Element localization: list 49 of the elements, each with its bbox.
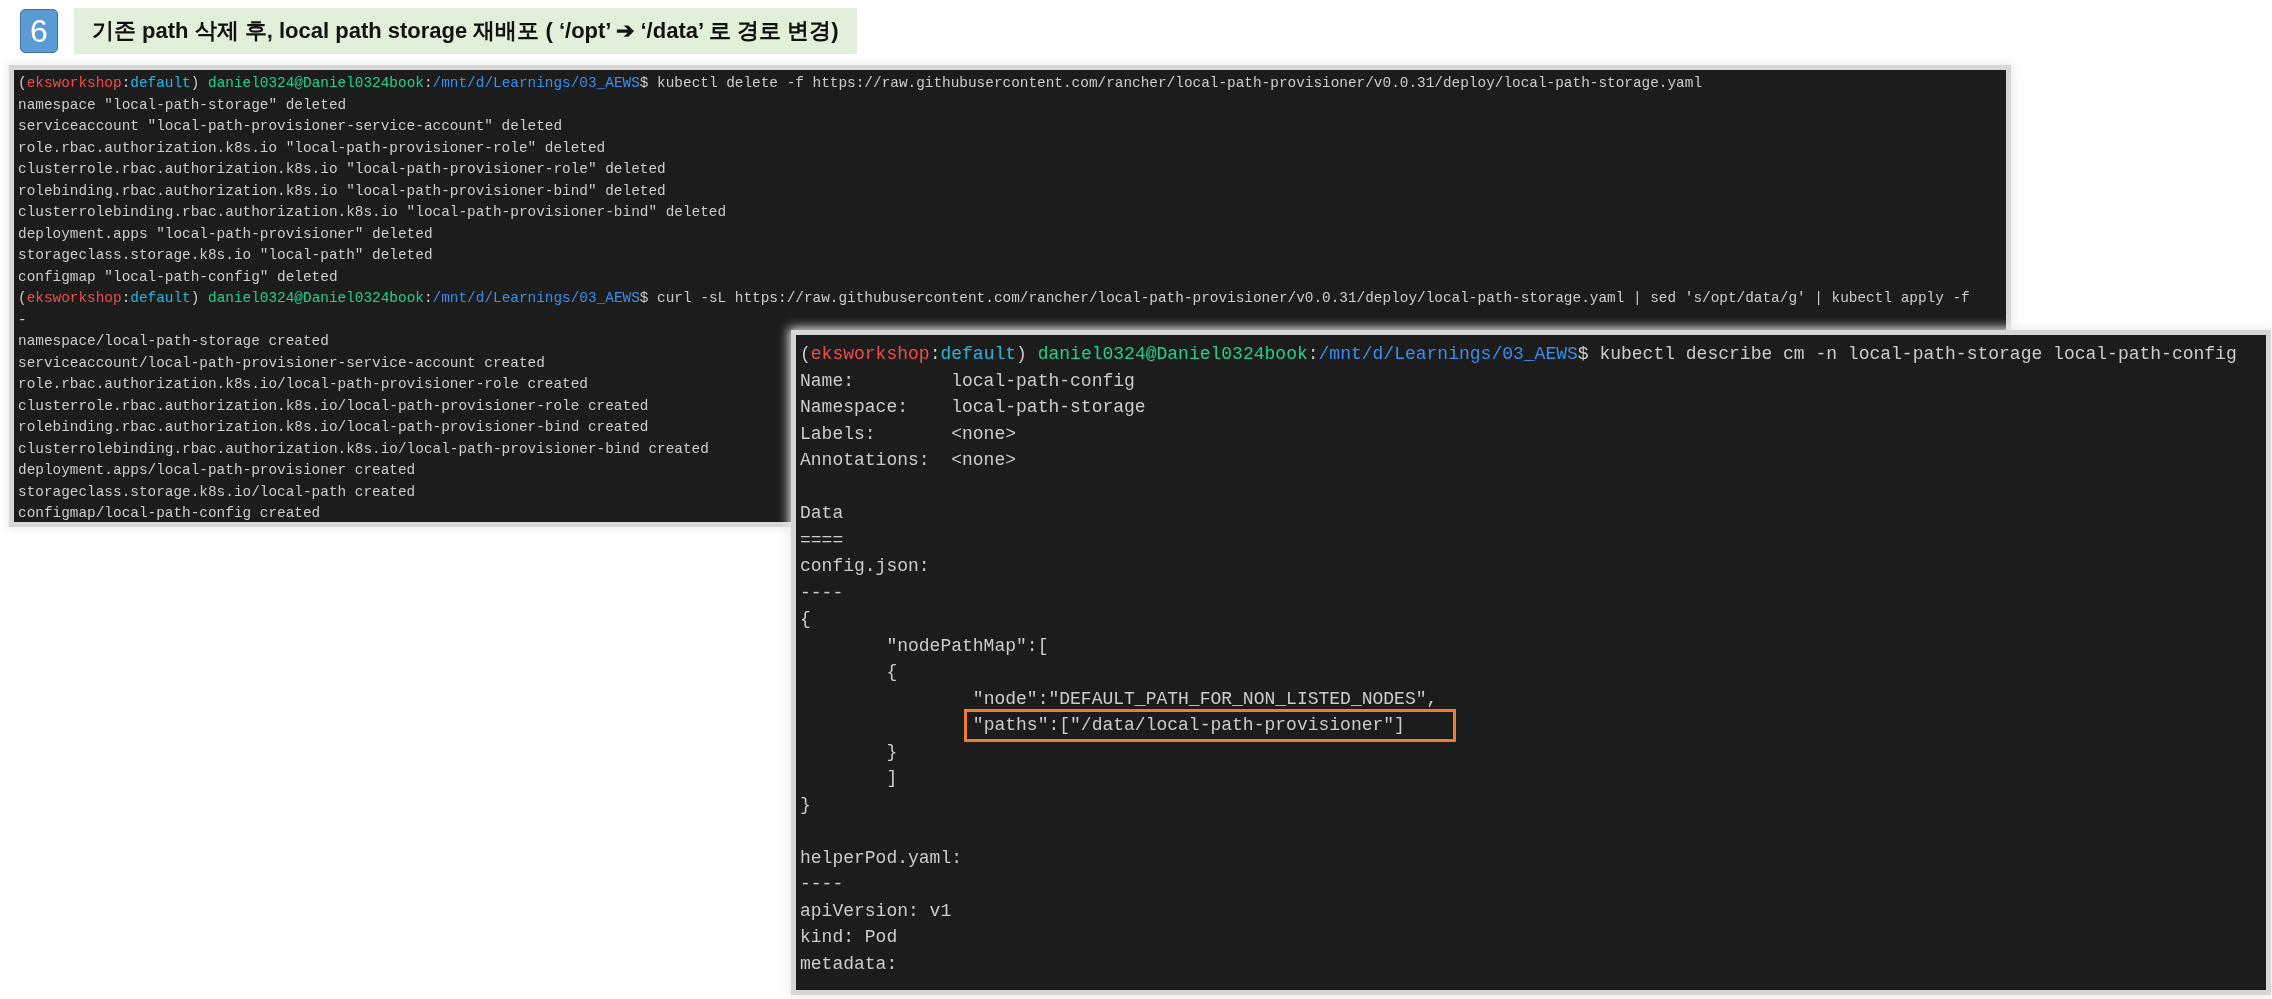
output-line: clusterrole.rbac.authorization.k8s.io "local-path-provisioner-role" deleted xyxy=(18,160,666,179)
output-line: config.json: xyxy=(800,555,930,578)
field-label: Namespace: xyxy=(800,396,910,419)
command-line: (eksworkshop:default) daniel0324@Daniel0324book:/mnt/d/Learnings/03_AEWS$ curl -sL https://raw.githubusercontent.com/rancher/local-path-provisioner/v0.0.31/deploy/local-path-storage.yaml | sed 's/opt/data/g' | kubectl apply -f xyxy=(18,289,1970,308)
output-line: ---- xyxy=(800,581,844,605)
step-title: 기존 path 삭제 후, local path storage 재배포 ( ‘/opt’ ➔ ‘/data’ 로 경로 변경) xyxy=(74,8,857,54)
field-value: <none> xyxy=(951,449,1017,472)
output-line: metadata: xyxy=(800,952,898,976)
field-label: Name: xyxy=(800,369,855,393)
output-line: - xyxy=(18,310,27,330)
output-line: role.rbac.authorization.k8s.io "local-path-provisioner-role" deleted xyxy=(18,138,606,158)
output-line: serviceaccount "local-path-provisioner-service-account" deleted xyxy=(18,117,563,136)
code-line: { xyxy=(800,608,811,631)
output-line: serviceaccount/local-path-provisioner-service-account created xyxy=(18,353,545,373)
step-number: 6 xyxy=(20,9,58,53)
output-line: rolebinding.rbac.authorization.k8s.io "local-path-provisioner-bind" deleted xyxy=(18,181,666,201)
field-value: local-path-config xyxy=(951,369,1135,393)
field-value: local-path-storage xyxy=(951,396,1146,419)
code-line: ] xyxy=(886,767,898,790)
output-line: clusterrolebinding.rbac.authorization.k8s.io "local-path-provisioner-bind" deleted xyxy=(18,203,727,222)
output-line: rolebinding.rbac.authorization.k8s.io/local-path-provisioner-bind created xyxy=(18,418,649,437)
field-label: Annotations: xyxy=(800,449,931,472)
output-line: deployment.apps/local-path-provisioner created xyxy=(18,461,416,480)
output-line: configmap/local-path-config created xyxy=(18,504,321,523)
output-line: apiVersion: v1 xyxy=(800,899,952,923)
field-value: <none> xyxy=(951,422,1017,446)
output-line: ---- xyxy=(800,873,844,896)
code-line: "nodePathMap":[ xyxy=(886,634,1049,658)
output-line: storageclass.storage.k8s.io "local-path" deleted xyxy=(18,246,433,265)
field-label: Labels: xyxy=(800,422,877,446)
command-line: (eksworkshop:default) daniel0324@Daniel0324book:/mnt/d/Learnings/03_AEWS$ kubectl delete -f https://raw.githubusercontent.com/rancher/local-path-provisioner/v0.0.31/deploy/local-path-storage.yaml xyxy=(18,74,1703,93)
output-line: clusterrole.rbac.authorization.k8s.io/local-path-provisioner-role created xyxy=(18,396,649,416)
code-line: } xyxy=(800,793,811,817)
code-line: "node":"DEFAULT_PATH_FOR_NON_LISTED_NODES", xyxy=(972,687,1438,711)
output-line: deployment.apps "local-path-provisioner" deleted xyxy=(18,224,433,244)
output-line: namespace/local-path-storage created xyxy=(18,332,329,351)
output-line: helperPod.yaml: xyxy=(800,846,963,870)
code-line: { xyxy=(886,661,898,684)
command-line: (eksworkshop:default) daniel0324@Daniel0324book:/mnt/d/Learnings/03_AEWS$ kubectl describe cm -n local-path-storage local-path-config xyxy=(800,343,2237,366)
output-line: namespace "local-path-storage" deleted xyxy=(18,95,347,115)
output-line: storageclass.storage.k8s.io/local-path created xyxy=(18,482,416,502)
output-line: configmap "local-path-config" deleted xyxy=(18,267,338,287)
output-line: kind: Pod xyxy=(800,926,898,949)
highlighted-code-line: "paths":["/data/local-path-provisioner"] xyxy=(966,712,1453,739)
output-line: clusterrolebinding.rbac.authorization.k8s.io/local-path-provisioner-bind created xyxy=(18,439,709,459)
output-line: ==== xyxy=(800,528,844,552)
output-line: Data xyxy=(800,502,844,525)
code-line: } xyxy=(886,740,898,764)
output-line: role.rbac.authorization.k8s.io/local-path-provisioner-role created xyxy=(18,375,588,394)
